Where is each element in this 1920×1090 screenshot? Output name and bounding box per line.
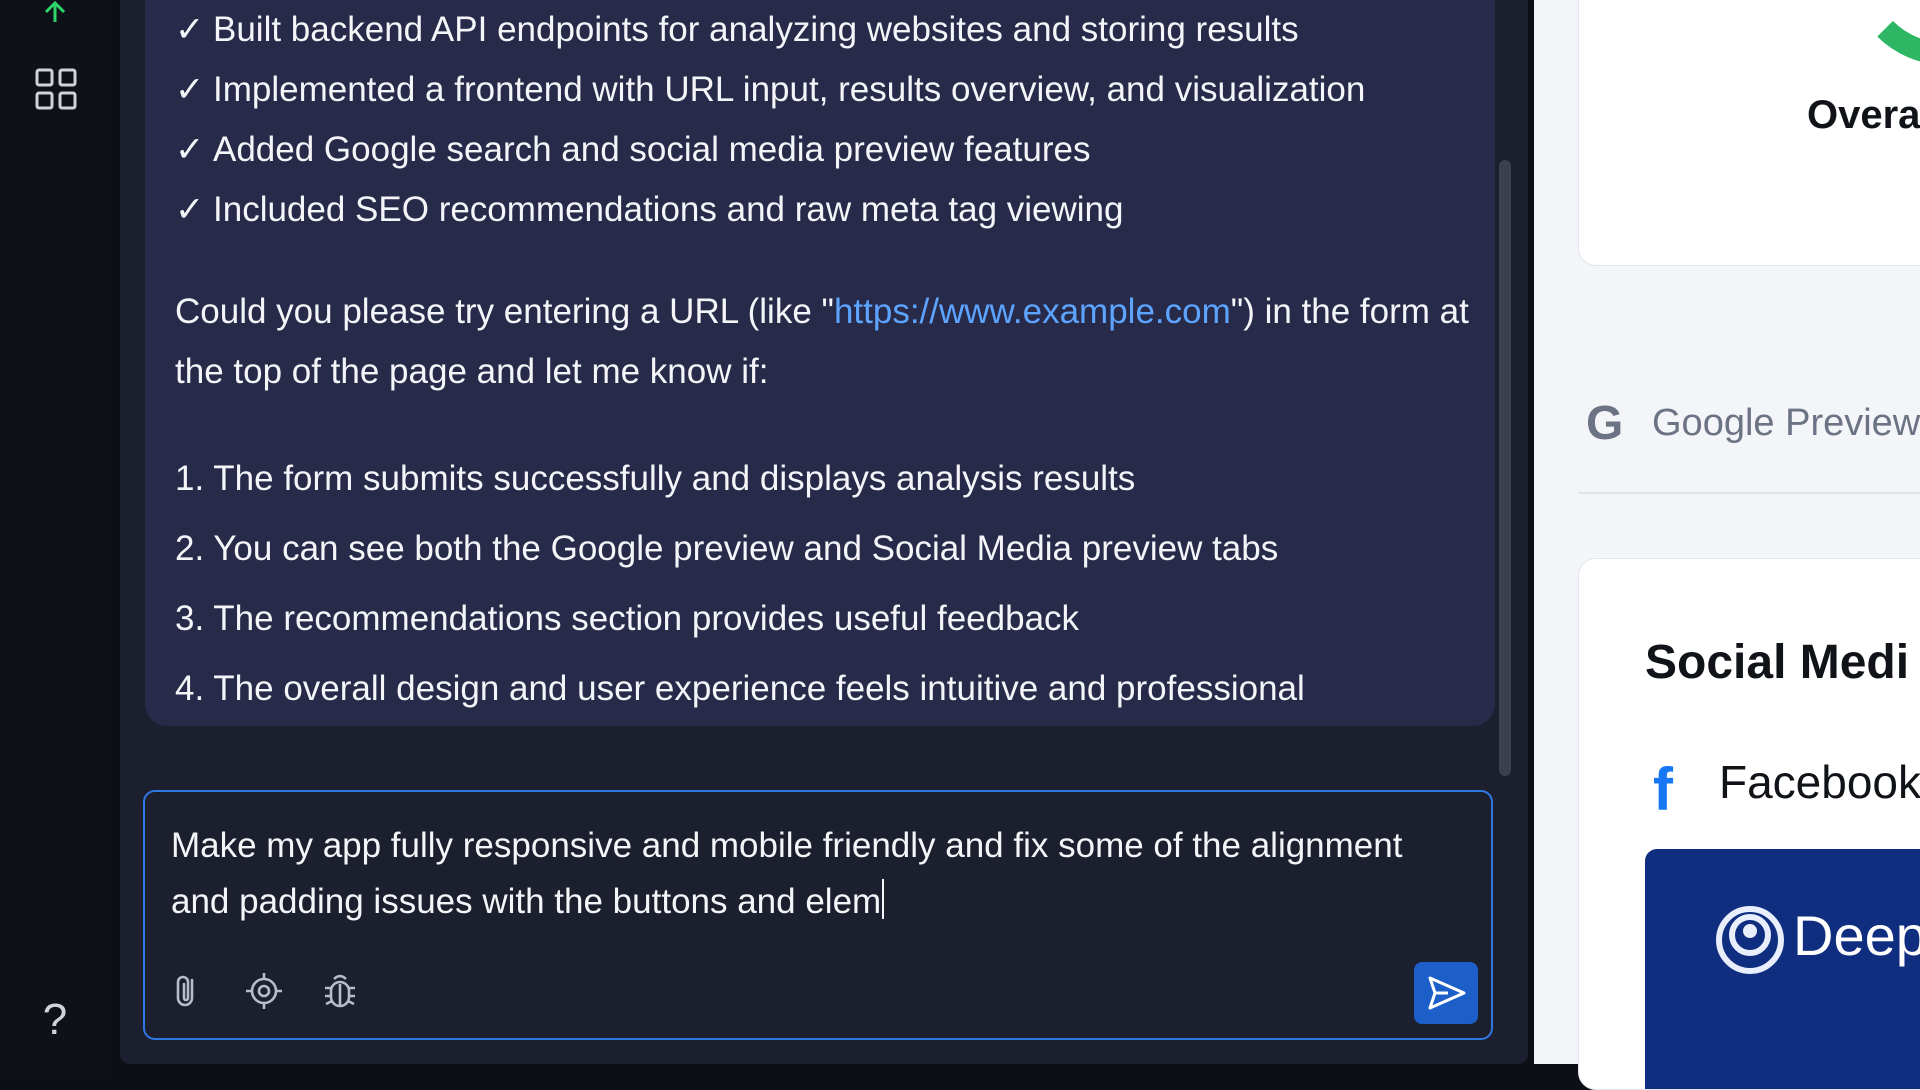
check-icon: ✓ xyxy=(175,10,205,49)
attach-icon[interactable] xyxy=(166,970,206,1012)
check-item: ✓ Built backend API endpoints for analyzi… xyxy=(175,0,1475,60)
facebook-icon: f xyxy=(1653,756,1673,823)
check-icon: ✓ xyxy=(175,70,205,109)
instruction-paragraph: Could you please try entering a URL (lik… xyxy=(175,292,1469,391)
divider xyxy=(1578,492,1920,494)
facebook-preview-image: Deep xyxy=(1645,849,1920,1089)
overall-score-card: Overa V xyxy=(1578,0,1920,266)
target-icon[interactable] xyxy=(244,970,284,1012)
overall-score-label: Overa xyxy=(1807,93,1920,137)
check-item: ✓ Added Google search and social media pr… xyxy=(175,120,1475,180)
social-media-title: Social Medi xyxy=(1645,636,1910,689)
list-item: 1. The form submits successfully and dis… xyxy=(175,459,1136,498)
chat-scrollbar[interactable] xyxy=(1499,160,1511,776)
banner-brand-text: Deep xyxy=(1793,904,1920,967)
apps-grid-icon[interactable] xyxy=(35,68,77,110)
numbered-list: 1. The form submits successfully and dis… xyxy=(175,444,1475,724)
assistant-message: ✓ Built backend API endpoints for analyzi… xyxy=(145,0,1495,726)
check-icon: ✓ xyxy=(175,130,205,169)
message-input-text[interactable]: Make my app fully responsive and mobile … xyxy=(171,818,1451,930)
check-icon: ✓ xyxy=(175,190,205,229)
brand-logo-icon xyxy=(1716,906,1784,974)
bug-icon[interactable] xyxy=(320,970,360,1012)
send-icon xyxy=(1428,976,1466,1010)
facebook-label: Facebook xyxy=(1719,756,1920,808)
help-icon[interactable]: ? xyxy=(38,996,72,1044)
preview-panel: Overa V G Google Preview Social Medi f F… xyxy=(1534,0,1920,1090)
google-preview-label: Google Preview xyxy=(1652,402,1920,444)
social-media-preview-card: Social Medi f Facebook Deep xyxy=(1578,558,1920,1090)
text-caret xyxy=(882,879,885,919)
upload-arrow-icon[interactable] xyxy=(38,0,72,22)
score-ring xyxy=(1849,0,1920,65)
list-item: 4. The overall design and user experienc… xyxy=(175,669,1305,708)
example-url-link[interactable]: https://www.example.com xyxy=(834,292,1231,331)
check-item: ✓ Implemented a frontend with URL input, … xyxy=(175,60,1475,120)
google-icon: G xyxy=(1586,397,1624,450)
send-button[interactable] xyxy=(1414,962,1478,1024)
list-item: 2. You can see both the Google preview a… xyxy=(175,529,1279,568)
left-rail: ? xyxy=(0,0,112,1080)
check-item: ✓ Included SEO recommendations and raw me… xyxy=(175,180,1475,240)
list-item: 3. The recommendations section provides … xyxy=(175,599,1080,638)
